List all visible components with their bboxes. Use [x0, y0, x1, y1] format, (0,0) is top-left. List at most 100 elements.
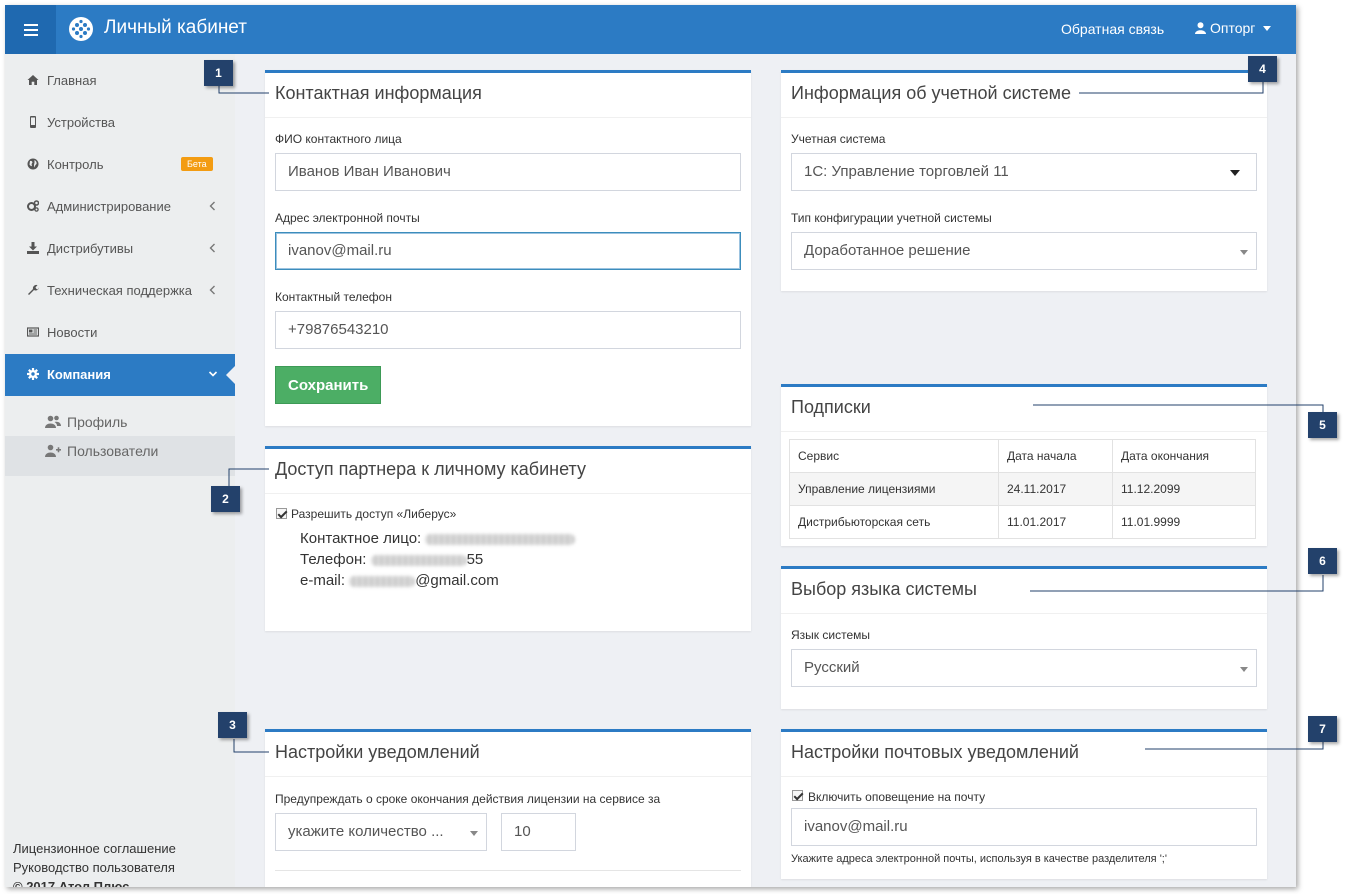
wrench-icon	[28, 284, 39, 295]
callout-6: 6	[1308, 548, 1337, 574]
mail-panel: Настройки почтовых уведомлений Включить …	[781, 729, 1267, 879]
callout-2: 2	[211, 486, 240, 512]
divider	[781, 613, 1267, 614]
table-header-row: Сервис Дата начала Дата окончания	[789, 439, 1256, 473]
globe-icon	[27, 158, 39, 170]
divider	[781, 776, 1267, 777]
allow-access-checkbox[interactable]	[276, 508, 287, 519]
partner-contact-row: Контактное лицо:	[300, 530, 576, 547]
partner-panel-title: Доступ партнера к личному кабинету	[275, 459, 586, 479]
contact-panel-title: Контактная информация	[275, 83, 482, 103]
callout-4: 4	[1248, 56, 1277, 82]
warn-label: Предупреждать о сроке окончания действия…	[275, 792, 661, 806]
config-select[interactable]: Доработанное решение	[791, 232, 1257, 270]
phone-input[interactable]: +79876543210	[275, 311, 741, 349]
chevron-down-icon	[1240, 250, 1248, 255]
notifications-panel-title: Настройки уведомлений	[275, 742, 480, 762]
phone-label: Контактный телефон	[275, 290, 392, 304]
column-header: Дата окончания	[1112, 439, 1256, 473]
divider	[781, 431, 1267, 432]
cogs-icon	[27, 200, 39, 212]
blurred-phone	[370, 554, 467, 566]
contact-panel: Контактная информация ФИО контактного ли…	[265, 70, 751, 426]
email-input[interactable]: ivanov@mail.ru	[275, 232, 741, 270]
sidebar-subitem-profile[interactable]: Профиль	[5, 407, 235, 437]
name-input[interactable]: Иванов Иван Иванович	[275, 153, 741, 191]
feedback-link[interactable]: Обратная связь	[1061, 21, 1164, 37]
chevron-down-icon	[1263, 25, 1272, 31]
user-menu[interactable]: Опторг	[1195, 20, 1272, 36]
language-select[interactable]: Русский	[791, 649, 1257, 687]
chevron-left-icon	[209, 243, 215, 253]
language-label: Язык системы	[791, 628, 870, 642]
table-row: Управление лицензиями 24.11.2017 11.12.2…	[789, 472, 1256, 506]
chevron-down-icon	[1230, 170, 1240, 176]
divider	[265, 117, 751, 118]
sidebar-item-administration[interactable]: Администрирование	[5, 186, 235, 228]
chevron-down-icon	[1240, 667, 1248, 672]
sidebar-item-support[interactable]: Техническая поддержка	[5, 270, 235, 312]
download-icon	[27, 242, 39, 254]
mobile-icon	[30, 116, 36, 128]
subscriptions-panel-title: Подписки	[791, 397, 871, 417]
gear-icon	[27, 368, 39, 380]
chevron-left-icon	[209, 201, 215, 211]
accounting-panel-title: Информация об учетной системе	[791, 83, 1072, 103]
allow-access-label: Разрешить доступ «Либерус»	[291, 507, 457, 521]
callout-1: 1	[204, 60, 233, 86]
guide-link[interactable]: Руководство пользователя	[13, 860, 175, 875]
home-icon	[27, 75, 39, 85]
table-row: Дистрибьюторская сеть 11.01.2017 11.01.9…	[789, 505, 1256, 539]
callout-5: 5	[1308, 412, 1337, 438]
app-window: Личный кабинет Обратная связь Опторг Гла…	[5, 5, 1296, 887]
column-header: Дата начала	[998, 439, 1113, 473]
chevron-down-icon	[208, 371, 218, 377]
email-label: Адрес электронной почты	[275, 211, 420, 225]
menu-toggle-button[interactable]	[5, 5, 56, 54]
enable-mail-checkbox[interactable]	[792, 790, 803, 801]
sidebar-item-control[interactable]: Контроль Бета	[5, 144, 235, 186]
config-label: Тип конфигурации учетной системы	[791, 211, 992, 225]
accounting-panel: Информация об учетной системе Учетная си…	[781, 70, 1267, 291]
partner-panel: Доступ партнера к личному кабинету Разре…	[265, 446, 751, 631]
app-title: Личный кабинет	[104, 17, 247, 38]
chevron-left-icon	[209, 285, 215, 295]
sidebar-item-news[interactable]: Новости	[5, 312, 235, 354]
mail-hint: Укажите адреса электронной почты, исполь…	[791, 853, 1167, 865]
divider	[781, 117, 1267, 118]
sidebar-item-company[interactable]: Компания	[5, 354, 235, 396]
sidebar-item-devices[interactable]: Устройства	[5, 102, 235, 144]
blurred-email	[349, 575, 416, 587]
notifications-panel: Настройки уведомлений Предупреждать о ср…	[265, 729, 751, 887]
days-input[interactable]: 10	[501, 813, 576, 851]
partner-email-row: e-mail: @gmail.com	[300, 572, 499, 589]
partner-phone-row: Телефон: 55	[300, 551, 484, 568]
user-plus-icon	[45, 444, 61, 457]
top-bar: Личный кабинет Обратная связь Опторг	[5, 5, 1296, 54]
copyright: © 2017 Атол Плюс	[13, 879, 130, 887]
mail-email-input[interactable]: ivanov@mail.ru	[791, 808, 1257, 846]
divider	[265, 493, 751, 494]
blurred-contact	[425, 533, 576, 545]
beta-badge: Бета	[181, 157, 213, 171]
name-label: ФИО контактного лица	[275, 132, 402, 146]
license-link[interactable]: Лицензионное соглашение	[13, 841, 176, 856]
sidebar-item-home[interactable]: Главная	[5, 60, 235, 102]
sidebar-item-distributives[interactable]: Дистрибутивы	[5, 228, 235, 270]
subscriptions-table: Сервис Дата начала Дата окончания Управл…	[789, 439, 1256, 539]
mail-panel-title: Настройки почтовых уведомлений	[791, 742, 1079, 762]
chevron-down-icon	[470, 831, 478, 836]
user-icon	[1195, 22, 1206, 34]
sidebar: Главная Устройства Контроль Бета Админис…	[5, 54, 235, 887]
days-select[interactable]: укажите количество ...	[275, 813, 487, 851]
system-select[interactable]: 1С: Управление торговлей 11	[791, 153, 1257, 191]
logo-icon	[69, 17, 93, 41]
sidebar-subitem-users[interactable]: Пользователи	[5, 436, 235, 476]
users-icon	[45, 415, 61, 428]
hamburger-icon	[23, 23, 38, 36]
newspaper-icon	[27, 327, 39, 337]
column-header: Сервис	[789, 439, 999, 473]
enable-mail-label: Включить оповещение на почту	[808, 790, 986, 804]
language-panel-title: Выбор языка системы	[791, 579, 977, 599]
save-button[interactable]: Сохранить	[275, 366, 382, 404]
